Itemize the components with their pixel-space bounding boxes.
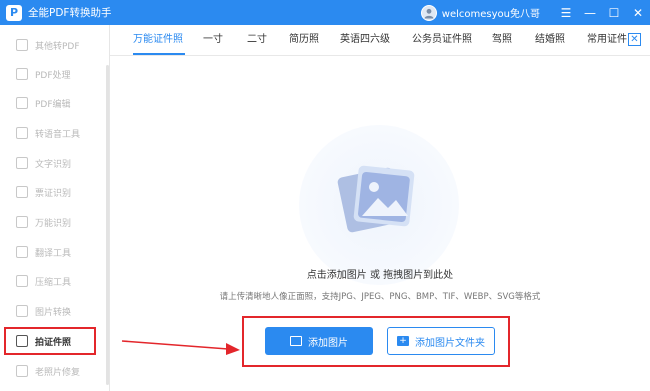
add-folder-label: 添加图片文件夹: [415, 337, 485, 349]
add-folder-button[interactable]: + 添加图片文件夹: [387, 327, 495, 355]
add-image-label: 添加图片: [308, 337, 348, 349]
close-button[interactable]: ✕: [626, 0, 650, 25]
minimize-button[interactable]: —: [578, 0, 602, 25]
text-icon: [16, 157, 28, 169]
close-icon: ✕: [632, 5, 644, 20]
maximize-button[interactable]: ☐: [602, 0, 626, 25]
sidebar-item-label: 翻译工具: [35, 248, 72, 259]
maximize-icon: ☐: [608, 5, 620, 20]
photo-restore-icon: [16, 365, 28, 377]
tab-resume-photo[interactable]: 简历照: [289, 25, 319, 56]
username[interactable]: welcomesyou免八哥: [442, 5, 540, 20]
sidebar-item-label: 票证识别: [35, 188, 72, 199]
sidebar-item-label: 老照片修复: [35, 367, 81, 378]
sidebar-item-voice-tools[interactable]: 转语音工具: [16, 123, 104, 143]
folder-icon: +: [397, 336, 409, 346]
image-placeholder-icon: [337, 165, 415, 233]
avatar[interactable]: [420, 4, 437, 21]
sidebar-item-label: 文字识别: [35, 159, 72, 170]
sidebar-scrollbar[interactable]: [106, 65, 109, 385]
tab-one-inch[interactable]: 一寸: [203, 25, 223, 56]
convert-icon: [16, 39, 28, 51]
image-icon: [290, 336, 302, 346]
image-icon: [16, 305, 28, 317]
tab-wedding-photo[interactable]: 结婚照: [535, 25, 565, 56]
sidebar-item-translate[interactable]: 翻译工具: [16, 242, 104, 262]
tab-civil-servant-photo[interactable]: 公务员证件照: [412, 25, 472, 56]
sidebar-item-pdf-process[interactable]: PDF处理: [16, 64, 104, 84]
tabs-close-button[interactable]: ✕: [628, 33, 641, 46]
title-bar: P 全能PDF转换助手 welcomesyou免八哥 ☰ — ☐ ✕: [0, 0, 650, 25]
sidebar-item-universal-ocr[interactable]: 万能识别: [16, 212, 104, 232]
sidebar-item-label: 转语音工具: [35, 129, 81, 140]
app-logo-icon: P: [6, 4, 22, 21]
tab-bar: 万能证件照 一寸 二寸 简历照 英语四六级 公务员证件照 驾照 结婚照 常用证件: [110, 25, 650, 56]
add-image-button[interactable]: 添加图片: [265, 327, 373, 355]
close-icon: ✕: [630, 34, 639, 45]
active-tab-indicator: [133, 53, 185, 55]
compress-icon: [16, 275, 28, 287]
sidebar-item-label: PDF处理: [35, 70, 71, 81]
sidebar-item-label: 万能识别: [35, 218, 72, 229]
sidebar-item-photo-restore[interactable]: 老照片修复: [16, 361, 104, 381]
tab-common-id[interactable]: 常用证件: [587, 25, 627, 56]
sidebar-item-ticket-ocr[interactable]: 票证识别: [16, 182, 104, 202]
tab-driver-license[interactable]: 驾照: [492, 25, 512, 56]
sidebar-item-label: 图片转换: [35, 307, 72, 318]
scan-icon: [16, 216, 28, 228]
ticket-icon: [16, 186, 28, 198]
tab-two-inch[interactable]: 二寸: [247, 25, 267, 56]
sidebar-annotation-box: [4, 327, 96, 355]
sidebar-item-compress[interactable]: 压缩工具: [16, 271, 104, 291]
pdf-icon: [16, 68, 28, 80]
sidebar-item-other-to-pdf[interactable]: 其他转PDF: [16, 35, 104, 55]
tab-cet-photo[interactable]: 英语四六级: [340, 25, 390, 56]
menu-button[interactable]: ☰: [554, 0, 578, 25]
translate-icon: [16, 246, 28, 258]
sidebar-item-label: PDF编辑: [35, 99, 71, 110]
sidebar-item-image-convert[interactable]: 图片转换: [16, 301, 104, 321]
tab-universal-id-photo[interactable]: 万能证件照: [133, 25, 183, 56]
minimize-icon: —: [584, 5, 596, 20]
title-bar-right: welcomesyou免八哥 ☰ — ☐ ✕: [420, 0, 650, 25]
annotation-arrow-icon: [121, 340, 240, 355]
voice-icon: [16, 127, 28, 139]
sidebar-item-text-ocr[interactable]: 文字识别: [16, 153, 104, 173]
menu-icon: ☰: [560, 5, 572, 20]
drop-zone-title: 点击添加图片 或 拖拽图片到此处: [306, 270, 454, 281]
app-title: 全能PDF转换助手: [28, 7, 112, 19]
sidebar-item-pdf-edit[interactable]: PDF编辑: [16, 93, 104, 113]
edit-icon: [16, 97, 28, 109]
drop-zone-hint: 请上传清晰地人像正面照，支持JPG、JPEG、PNG、BMP、TIF、WEBP、…: [219, 292, 541, 302]
sidebar-item-label: 压缩工具: [35, 277, 72, 288]
user-icon: [424, 8, 434, 18]
sidebar-item-label: 其他转PDF: [35, 41, 80, 52]
